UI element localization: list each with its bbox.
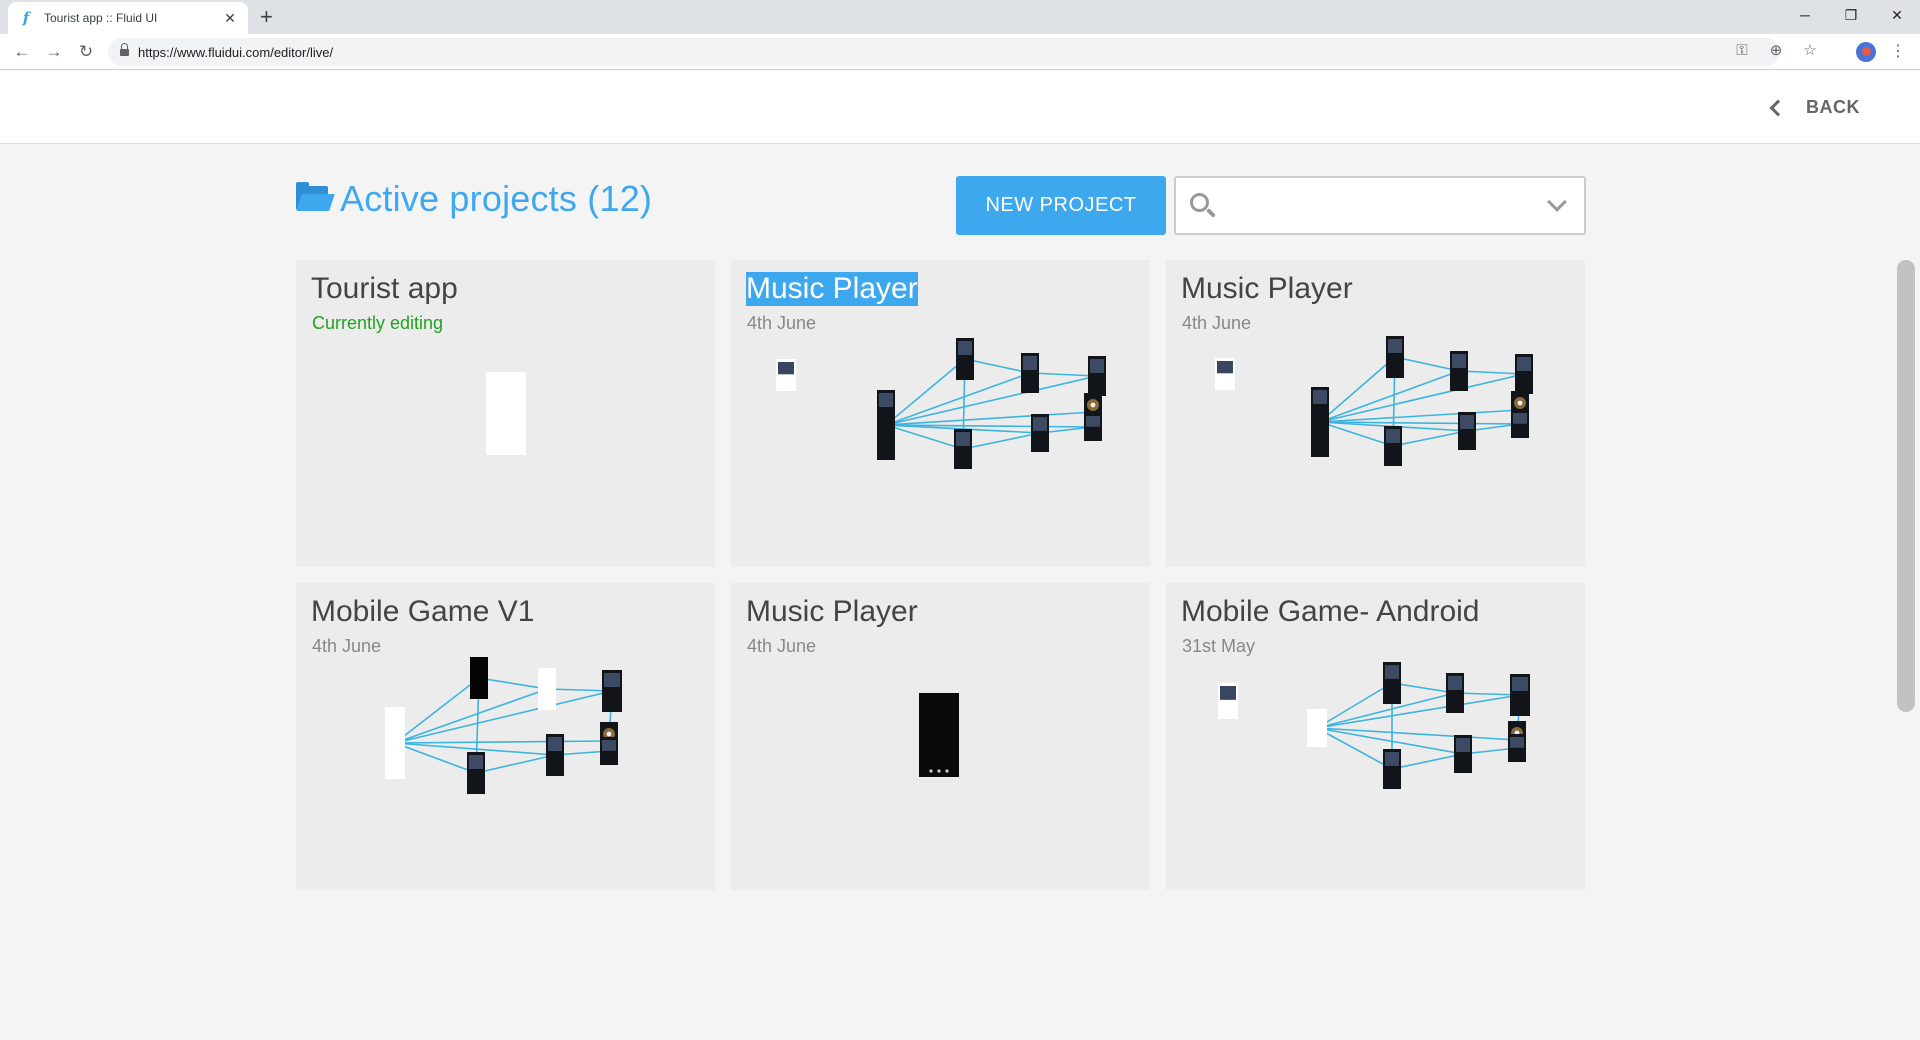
project-date: 4th June [747,313,817,333]
address-bar[interactable]: https://www.fluidui.com/editor/live/ [108,38,1780,66]
search-icon [1190,193,1216,219]
tab-title: Tourist app :: Fluid UI [44,11,158,25]
profile-avatar[interactable] [1856,42,1876,62]
key-icon[interactable]: ⚿ [1732,40,1752,60]
page-title-text: Active projects (12) [340,178,653,219]
chevron-left-icon [1769,99,1787,116]
browser-tab[interactable]: f Tourist app :: Fluid UI ✕ [8,2,248,34]
project-title[interactable]: Music Player [1181,272,1353,306]
screen-node [776,359,796,391]
scrollbar-thumb[interactable] [1897,260,1915,712]
screen-node [1511,410,1529,438]
screen-node [1510,674,1530,716]
project-thumbnail [385,657,622,794]
screen-node [954,429,972,469]
back-label: BACK [1806,97,1860,117]
screen-node [1511,391,1529,429]
screen-node [1088,356,1106,396]
zoom-icon[interactable]: ⊕ [1766,40,1786,60]
project-title[interactable]: Mobile Game V1 [311,595,534,629]
project-date: 31st May [1182,636,1256,656]
project-thumbnail [1218,662,1530,789]
address-bar-actions: ⚿ ⊕ ☆ [1732,40,1820,60]
tab-close-icon[interactable]: ✕ [222,10,238,27]
project-card-mobile-game-android[interactable]: Mobile Game- Android 31st May [1166,583,1585,890]
url-text: https://www.fluidui.com/editor/live/ [138,44,334,60]
screen-node [600,737,618,765]
screen-node [956,338,974,380]
screen-node [538,668,556,710]
screen-node [1215,358,1235,390]
search-input[interactable] [1228,190,1528,222]
project-card-music-player-3[interactable]: Music Player 4th June [731,583,1150,890]
screen-node [1454,735,1472,773]
project-status: Currently editing [312,313,444,333]
project-card-tourist-app[interactable]: Tourist app Currently editing [296,260,715,567]
browser-tab-strip: f Tourist app :: Fluid UI ✕ + ─ ❐ ✕ [0,0,1920,34]
close-window-button[interactable]: ✕ [1874,0,1920,30]
new-tab-button[interactable]: + [260,6,273,28]
project-card-music-player-2[interactable]: Music Player 4th June [1166,260,1585,567]
project-date: 4th June [747,636,817,656]
minimize-button[interactable]: ─ [1782,0,1828,30]
project-card-mobile-game-v1[interactable]: Mobile Game V1 4th June [296,583,715,890]
screen-node [1508,721,1526,759]
project-thumbnail [1215,336,1533,466]
screen-node [1084,393,1102,431]
screen-node [470,657,488,699]
lock-icon [120,43,129,57]
project-date: 4th June [312,636,382,656]
forward-arrow-icon[interactable]: → [42,40,66,64]
folder-open-icon [296,182,335,212]
reload-icon[interactable]: ↻ [74,40,98,64]
screen-node [1383,749,1401,789]
project-title[interactable]: Mobile Game- Android [1181,595,1479,629]
screen-node [600,722,618,760]
chevron-down-icon[interactable] [1547,192,1567,212]
screen-node [1458,412,1476,450]
page-title: Active projects (12) [296,178,652,220]
screen-node [467,752,485,794]
screen-node [1084,413,1102,441]
back-arrow-icon[interactable]: ← [10,40,34,64]
screen-node [1031,414,1049,452]
browser-menu-icon[interactable]: ⋮ [1890,41,1906,61]
back-button[interactable]: BACK [1769,97,1860,118]
screen-node [1384,426,1402,466]
screen-node [1446,673,1464,713]
project-thumbnail [486,372,526,455]
app-header: BACK [0,71,1920,144]
screen-node [546,734,564,776]
project-thumbnail [919,693,959,777]
fluid-ui-favicon-icon: f [22,9,30,27]
project-thumbnail [776,338,1106,469]
project-card-music-player-1[interactable]: Music Player 4th June [731,260,1150,567]
screen-node [1450,351,1468,391]
new-project-button[interactable]: NEW PROJECT [956,176,1166,235]
project-date: 4th June [1182,313,1252,333]
bookmark-star-icon[interactable]: ☆ [1800,40,1820,60]
screen-node [1515,354,1533,394]
project-search [1174,176,1586,235]
screen-node [1021,353,1039,393]
restore-button[interactable]: ❐ [1828,0,1874,30]
screen-node [1311,387,1329,457]
project-title[interactable]: Music Player [746,272,918,306]
window-controls: ─ ❐ ✕ [1782,0,1920,30]
screen-node [1218,683,1238,719]
browser-toolbar: ← → ↻ https://www.fluidui.com/editor/liv… [0,34,1920,70]
screen-node [1508,734,1526,762]
screen-node [385,707,405,779]
screen-node [1383,662,1401,704]
project-title[interactable]: Tourist app [311,272,458,306]
screen-node [602,670,622,712]
screen-node [1386,336,1404,378]
screen-node [877,390,895,460]
project-title[interactable]: Music Player [746,595,918,629]
screen-node [1307,709,1327,747]
